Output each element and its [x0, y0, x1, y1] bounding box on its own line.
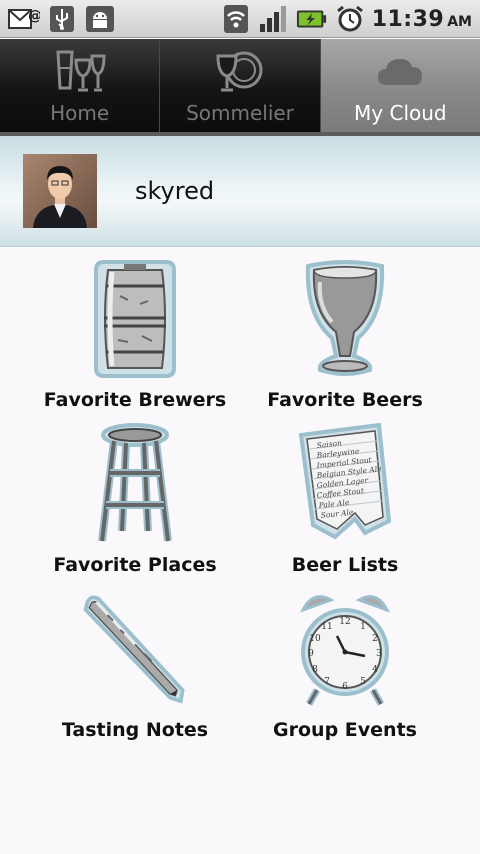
svg-text:9: 9 — [308, 649, 314, 659]
favorite-beers-label: Favorite Beers — [267, 389, 423, 411]
svg-text:2: 2 — [372, 634, 378, 644]
favorite-brewers-button[interactable]: Favorite Brewers — [15, 255, 255, 420]
tab-sommelier[interactable]: Sommelier — [160, 39, 321, 132]
usb-icon — [46, 4, 78, 34]
beer-glasses-icon — [50, 47, 110, 97]
svg-text:10: 10 — [309, 634, 321, 644]
svg-text:7: 7 — [324, 677, 330, 687]
svg-text:12: 12 — [339, 617, 350, 627]
favorite-places-label: Favorite Places — [53, 554, 217, 576]
battery-charging-icon — [296, 4, 328, 34]
tab-home-label: Home — [50, 101, 110, 125]
svg-text:5: 5 — [360, 677, 366, 687]
alarm-clock-icon: 12 1 2 3 45 6 78 9 10 11 — [290, 585, 400, 713]
clock: 11:39 AM — [372, 7, 472, 32]
clock-time: 11:39 — [371, 6, 445, 32]
bar-stool-icon — [80, 420, 190, 548]
beer-list-paper-icon: Saison Barleywine Imperial Stout Belgian… — [290, 420, 400, 548]
tab-home[interactable]: Home — [0, 39, 161, 132]
android-debug-icon — [84, 4, 116, 34]
email-icon: @ — [8, 4, 40, 34]
beer-lists-label: Beer Lists — [291, 554, 399, 576]
wifi-icon — [220, 4, 252, 34]
svg-text:8: 8 — [312, 665, 318, 675]
svg-text:4: 4 — [372, 665, 378, 675]
pen-icon — [80, 585, 190, 713]
status-bar: @ 11:39 AM — [0, 0, 480, 38]
favorite-brewers-label: Favorite Brewers — [43, 389, 227, 411]
plate-glass-icon — [210, 47, 270, 97]
alarm-icon — [334, 4, 366, 34]
tab-my-cloud-label: My Cloud — [354, 101, 447, 125]
favorite-beers-button[interactable]: Favorite Beers — [225, 255, 465, 420]
favorite-places-button[interactable]: Favorite Places — [15, 420, 255, 585]
svg-text:11: 11 — [321, 622, 332, 632]
profile-header: skyred — [0, 136, 480, 247]
tasting-notes-button[interactable]: Tasting Notes — [15, 585, 255, 750]
beer-lists-button[interactable]: Saison Barleywine Imperial Stout Belgian… — [225, 420, 465, 585]
svg-text:6: 6 — [342, 682, 348, 692]
clock-ampm: AM — [447, 13, 472, 30]
tab-bar: Home Sommelier My Cloud — [0, 39, 480, 132]
keg-icon — [80, 255, 190, 383]
avatar[interactable] — [23, 154, 97, 228]
tab-my-cloud[interactable]: My Cloud — [320, 39, 480, 132]
svg-text:@: @ — [28, 8, 40, 24]
svg-text:1: 1 — [360, 622, 366, 632]
group-events-label: Group Events — [273, 719, 417, 741]
tab-sommelier-label: Sommelier — [186, 101, 294, 125]
svg-text:3: 3 — [376, 649, 382, 659]
username: skyred — [135, 177, 215, 205]
group-events-button[interactable]: 12 1 2 3 45 6 78 9 10 11 Group Events — [225, 585, 465, 750]
beer-snifter-icon — [290, 255, 400, 383]
tasting-notes-label: Tasting Notes — [61, 719, 209, 741]
cloud-icon — [370, 47, 430, 97]
signal-icon — [258, 4, 290, 34]
